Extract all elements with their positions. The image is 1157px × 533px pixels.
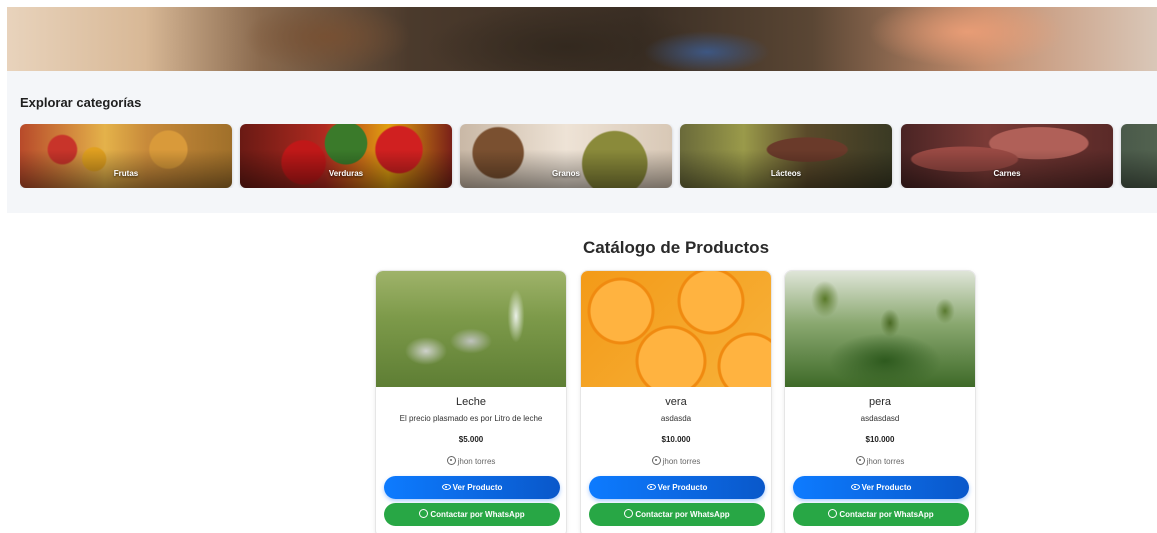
categories-heading: Explorar categorías bbox=[20, 95, 142, 110]
user-circle-icon bbox=[446, 456, 456, 465]
category-label: Granos bbox=[551, 169, 580, 178]
product-card: Leche El precio plasmado es por Litro de… bbox=[375, 270, 567, 533]
product-price: $5.000 bbox=[458, 435, 484, 444]
product-description: El precio plasmado es por Litro de leche bbox=[399, 414, 543, 423]
product-seller: jhon torres bbox=[785, 456, 975, 466]
whatsapp-icon bbox=[828, 509, 838, 518]
seller-name: jhon torres bbox=[866, 457, 905, 466]
seller-name: jhon torres bbox=[457, 457, 496, 466]
product-name: vera bbox=[665, 396, 687, 408]
product-seller: jhon torres bbox=[376, 456, 566, 466]
category-label: Frutas bbox=[113, 169, 139, 178]
whatsapp-contact-button[interactable]: Contactar por WhatsApp bbox=[793, 503, 969, 526]
category-card-granos[interactable]: Granos bbox=[460, 124, 672, 188]
user-circle-icon bbox=[651, 456, 661, 465]
whatsapp-icon bbox=[624, 509, 634, 518]
product-card: vera asdasda $10.000 jhon torres Ver Pro… bbox=[580, 270, 772, 533]
product-description: asdasdasd bbox=[860, 414, 900, 423]
seller-name: jhon torres bbox=[662, 457, 701, 466]
product-image[interactable] bbox=[581, 271, 771, 387]
product-description: asdasda bbox=[660, 414, 692, 423]
category-card-partial[interactable] bbox=[1121, 124, 1157, 188]
eye-icon bbox=[646, 484, 656, 490]
product-price: $10.000 bbox=[865, 435, 895, 444]
view-product-button[interactable]: Ver Producto bbox=[384, 476, 560, 499]
whatsapp-contact-button[interactable]: Contactar por WhatsApp bbox=[384, 503, 560, 526]
category-label: Verduras bbox=[328, 169, 364, 178]
product-image[interactable] bbox=[376, 271, 566, 387]
eye-icon bbox=[850, 484, 860, 490]
category-card-carnes[interactable]: Carnes bbox=[901, 124, 1113, 188]
product-name: pera bbox=[868, 396, 892, 408]
hero-banner-image bbox=[7, 7, 1157, 71]
category-card-verduras[interactable]: Verduras bbox=[240, 124, 452, 188]
categories-carousel[interactable]: Frutas Verduras Granos Lácteos Carnes bbox=[20, 124, 1157, 188]
product-price: $10.000 bbox=[661, 435, 691, 444]
product-seller: jhon torres bbox=[581, 456, 771, 466]
category-card-frutas[interactable]: Frutas bbox=[20, 124, 232, 188]
view-product-button[interactable]: Ver Producto bbox=[793, 476, 969, 499]
categories-section: Explorar categorías Frutas Verduras Gran… bbox=[7, 71, 1157, 213]
category-label: Lácteos bbox=[770, 169, 802, 178]
product-name: Leche bbox=[456, 396, 486, 408]
view-product-button[interactable]: Ver Producto bbox=[589, 476, 765, 499]
whatsapp-contact-button[interactable]: Contactar por WhatsApp bbox=[589, 503, 765, 526]
category-label: Carnes bbox=[993, 169, 1021, 178]
eye-icon bbox=[441, 484, 451, 490]
user-circle-icon bbox=[855, 456, 865, 465]
product-card: pera asdasdasd $10.000 jhon torres Ver P… bbox=[784, 270, 976, 533]
catalog-title: Catálogo de Productos bbox=[582, 238, 770, 257]
whatsapp-icon bbox=[419, 509, 429, 518]
category-card-lacteos[interactable]: Lácteos bbox=[680, 124, 892, 188]
product-image[interactable] bbox=[785, 271, 975, 387]
